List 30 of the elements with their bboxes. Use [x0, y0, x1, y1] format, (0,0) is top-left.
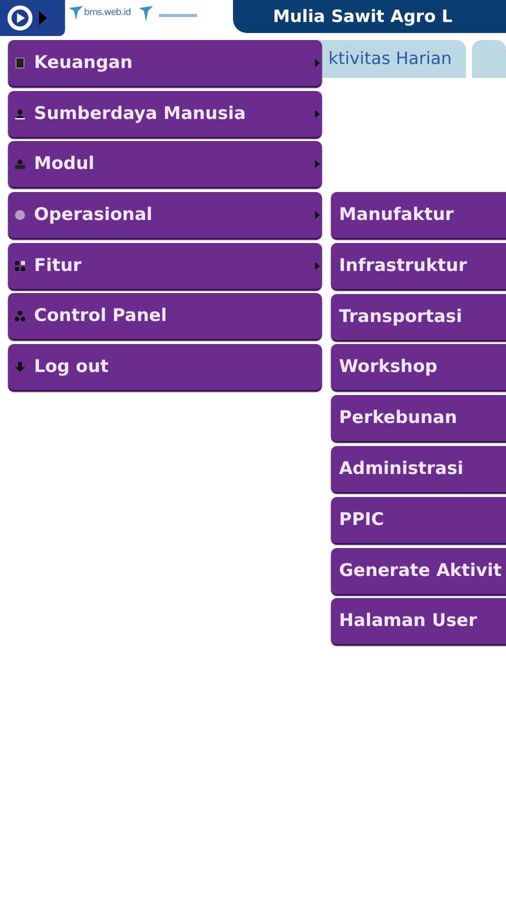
menu-item[interactable]: Keuangan [8, 40, 322, 86]
grid-icon [14, 260, 26, 272]
caret-icon [39, 11, 47, 25]
submenu-item[interactable]: Administrasi [331, 446, 506, 492]
menu-item[interactable]: Control Panel [8, 293, 322, 340]
person-icon [14, 158, 26, 170]
menu-item[interactable]: Log out [8, 344, 322, 390]
submenu-item[interactable]: Transportasi [331, 294, 506, 340]
book-icon [14, 57, 26, 69]
submenu-item[interactable]: Generate Aktivit [331, 548, 506, 594]
submenu-item[interactable]: Workshop [331, 344, 506, 390]
logo-icon [138, 6, 199, 22]
submenu-item[interactable]: PPIC [331, 496, 506, 543]
play-icon [7, 5, 33, 31]
nodes-icon [14, 310, 26, 322]
menu-item[interactable]: Fitur [8, 242, 322, 289]
submenu-item[interactable]: Infrastruktur [331, 242, 506, 289]
bird-icon [69, 6, 83, 20]
menu-item[interactable]: Modul [8, 141, 322, 188]
app-title: Mulia Sawit Agro L [273, 6, 452, 26]
start-button[interactable] [0, 0, 65, 36]
person-icon [14, 108, 26, 120]
circle-icon [14, 209, 26, 222]
submenu-item[interactable]: Manufaktur [331, 192, 506, 238]
menu-item[interactable]: Sumberdaya Manusia [8, 90, 322, 137]
logo-text: bms.web.id [84, 8, 131, 18]
down-arrow-icon [14, 361, 26, 374]
submenu-item[interactable]: Halaman User [331, 598, 506, 644]
menu-item[interactable]: Operasional [8, 192, 322, 238]
submenu-item[interactable]: Perkebunan [331, 395, 506, 442]
